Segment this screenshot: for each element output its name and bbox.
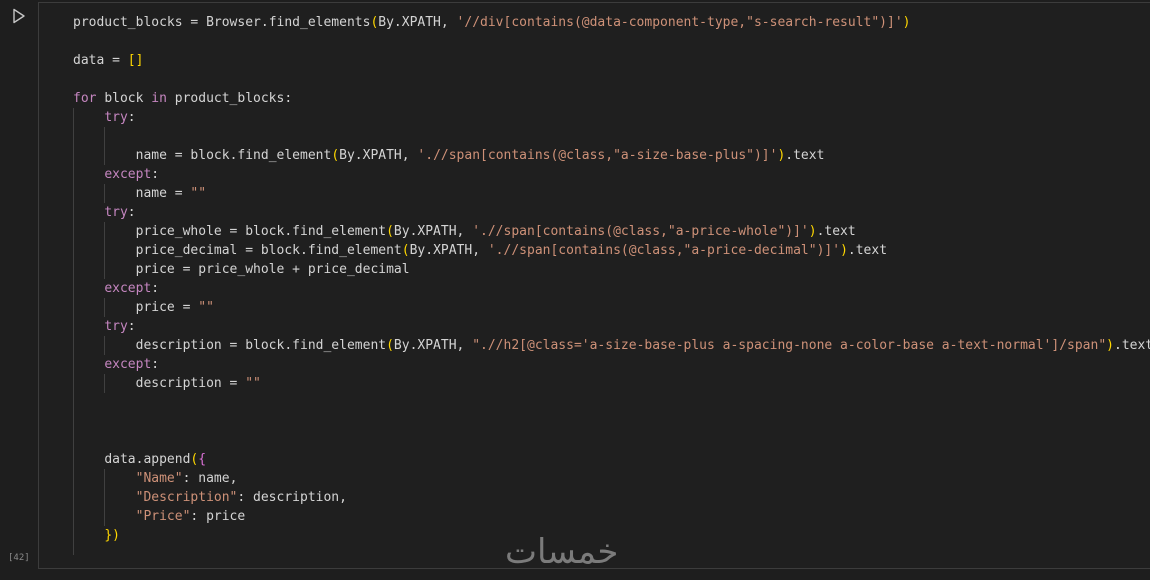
code-line[interactable]: product_blocks = Browser.find_elements(B… xyxy=(73,13,1150,32)
code-line[interactable] xyxy=(73,412,1150,431)
code-line[interactable]: data = [] xyxy=(73,51,1150,70)
code-line[interactable]: try: xyxy=(73,108,1150,127)
code-line[interactable]: "Description": description, xyxy=(73,488,1150,507)
code-line[interactable]: price = "" xyxy=(73,298,1150,317)
code-line[interactable]: except: xyxy=(73,279,1150,298)
code-line[interactable] xyxy=(73,32,1150,51)
code-line[interactable]: except: xyxy=(73,355,1150,374)
notebook-cell: [42] product_blocks = Browser.find_eleme… xyxy=(0,0,1150,580)
code-line[interactable] xyxy=(73,393,1150,412)
code-line[interactable]: "Price": price xyxy=(73,507,1150,526)
code-block[interactable]: product_blocks = Browser.find_elements(B… xyxy=(73,13,1150,545)
code-line[interactable] xyxy=(73,70,1150,89)
code-line[interactable]: except: xyxy=(73,165,1150,184)
code-line[interactable]: data.append({ xyxy=(73,450,1150,469)
code-line[interactable]: try: xyxy=(73,317,1150,336)
code-line[interactable]: description = block.find_element(By.XPAT… xyxy=(73,336,1150,355)
code-line[interactable] xyxy=(73,431,1150,450)
code-line[interactable]: description = "" xyxy=(73,374,1150,393)
code-line[interactable]: name = "" xyxy=(73,184,1150,203)
code-line[interactable]: "Name": name, xyxy=(73,469,1150,488)
code-editor[interactable]: product_blocks = Browser.find_elements(B… xyxy=(38,2,1150,569)
code-line[interactable]: name = block.find_element(By.XPATH, './/… xyxy=(73,146,1150,165)
play-icon xyxy=(13,8,25,24)
code-line[interactable]: try: xyxy=(73,203,1150,222)
code-line[interactable]: for block in product_blocks: xyxy=(73,89,1150,108)
code-line[interactable]: price_decimal = block.find_element(By.XP… xyxy=(73,241,1150,260)
code-line[interactable] xyxy=(73,127,1150,146)
code-line[interactable]: price_whole = block.find_element(By.XPAT… xyxy=(73,222,1150,241)
execution-count: [42] xyxy=(8,553,30,563)
watermark-logo: خمسات xyxy=(505,532,619,572)
code-line[interactable]: price = price_whole + price_decimal xyxy=(73,260,1150,279)
run-cell-button[interactable] xyxy=(10,7,28,25)
